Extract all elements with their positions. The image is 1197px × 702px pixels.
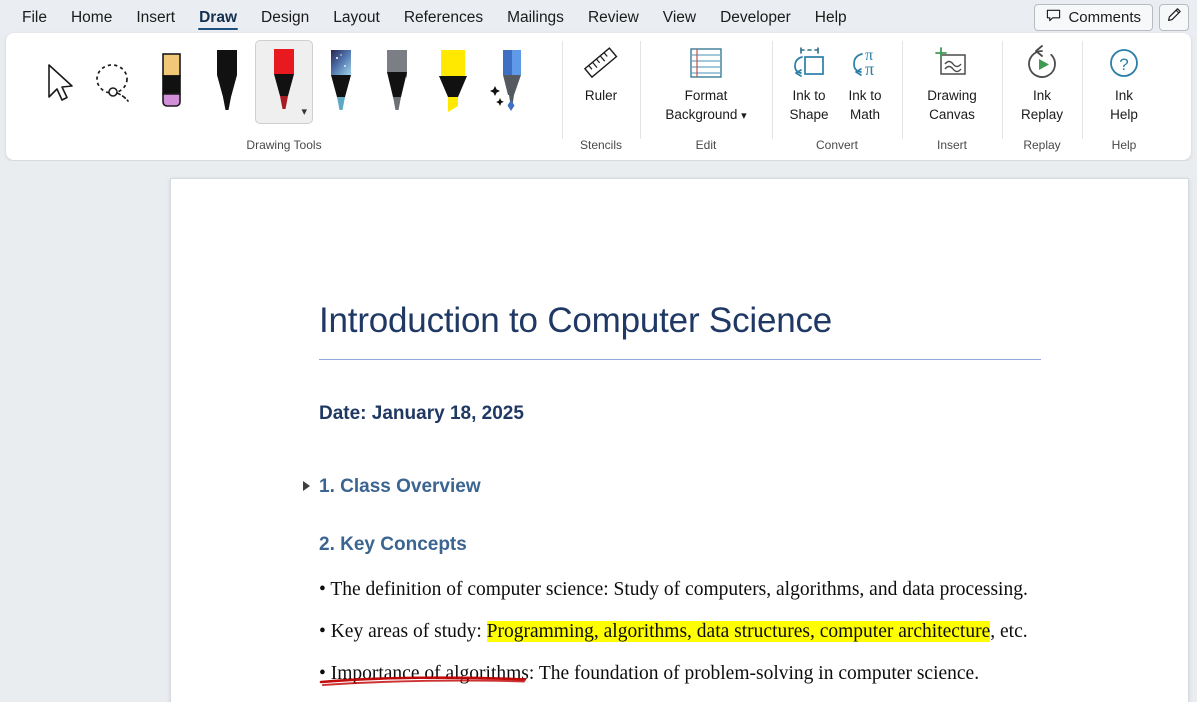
ink-help-icon: ?	[1104, 41, 1144, 85]
ribbon-group-insert: Drawing Canvas Insert	[902, 33, 1002, 160]
ink-to-shape-label-line2: Shape	[789, 106, 829, 122]
format-background-button[interactable]: Format Background ▾	[659, 37, 752, 137]
ink-to-shape-label-line1: Ink to	[792, 88, 826, 103]
tab-insert[interactable]: Insert	[124, 0, 187, 35]
ribbon-group-edit: Format Background ▾ Edit	[640, 33, 772, 160]
bullet-text: • Importance of algorithms: The foundati…	[319, 663, 980, 684]
tab-references[interactable]: References	[392, 0, 495, 35]
comment-bubble-icon	[1046, 8, 1061, 27]
group-label-convert: Convert	[815, 138, 859, 152]
bullet-text-prefix: • Key areas of study:	[319, 621, 487, 642]
tab-view[interactable]: View	[651, 0, 708, 35]
svg-text:?: ?	[1119, 55, 1128, 74]
tab-layout[interactable]: Layout	[321, 0, 392, 35]
ribbon-group-stencils: Ruler Stencils	[562, 33, 640, 160]
ink-to-math-label-line2: Math	[849, 106, 880, 122]
group-label-replay: Replay	[1023, 138, 1061, 152]
yellow-highlighter[interactable]	[425, 37, 481, 129]
heading-key-concepts: 2. Key Concepts	[319, 534, 467, 555]
page-title: Introduction to Computer Science	[319, 301, 833, 340]
ribbon-tab-bar: File Home Insert Draw Design Layout Refe…	[0, 0, 1197, 35]
ribbon-group-drawing-tools: ▾ Drawing Tools	[6, 33, 562, 160]
lasso-select[interactable]	[87, 37, 143, 129]
format-background-line2-text: Background	[665, 106, 738, 122]
ruler-button-label: Ruler	[584, 88, 618, 103]
comments-button-label: Comments	[1068, 9, 1141, 26]
ink-to-math-icon: π π	[845, 41, 885, 85]
group-label-stencils: Stencils	[579, 138, 623, 152]
document-workspace[interactable]: Introduction to Computer Science Date: J…	[0, 161, 1197, 702]
red-pen[interactable]: ▾	[255, 40, 313, 124]
select-tool[interactable]	[31, 37, 87, 129]
tab-developer[interactable]: Developer	[708, 0, 803, 35]
pen-toggle-button[interactable]	[1159, 4, 1189, 31]
list-item: • Importance of algorithms: The foundati…	[319, 663, 979, 685]
ribbon-group-convert: Ink to Shape π π Ink to Math Convert	[772, 33, 902, 160]
drawing-canvas-label-line2: Canvas	[929, 106, 975, 122]
galaxy-pen[interactable]	[313, 37, 369, 129]
ink-to-shape-icon	[789, 41, 829, 85]
tab-home[interactable]: Home	[59, 0, 124, 35]
action-pen[interactable]	[481, 37, 537, 129]
ribbon-group-help: ? Ink Help Help	[1082, 33, 1166, 160]
pencil[interactable]	[369, 37, 425, 129]
tab-file[interactable]: File	[10, 0, 59, 35]
red-pen-chevron-down-icon[interactable]: ▾	[301, 107, 307, 118]
group-label-insert: Insert	[936, 138, 967, 152]
ink-to-shape-button[interactable]: Ink to Shape	[781, 37, 837, 137]
svg-text:π: π	[865, 59, 874, 79]
tab-bar-actions: Comments	[1034, 4, 1197, 31]
chevron-down-icon[interactable]: ▾	[741, 110, 747, 122]
heading-class-overview: 1. Class Overview	[319, 476, 481, 497]
highlighted-text: Programming, algorithms, data structures…	[486, 621, 991, 642]
drawing-canvas-button[interactable]: Drawing Canvas	[921, 37, 983, 137]
tab-review[interactable]: Review	[576, 0, 651, 35]
drawing-canvas-icon	[932, 41, 972, 85]
ink-to-math-button[interactable]: π π Ink to Math	[837, 37, 893, 137]
format-background-button-label-line1: Format	[684, 88, 728, 103]
tab-mailings[interactable]: Mailings	[495, 0, 576, 35]
group-label-help: Help	[1111, 138, 1137, 152]
ink-replay-label-line2: Replay	[1020, 106, 1064, 122]
ink-help-label-line2: Help	[1110, 106, 1138, 122]
title-divider	[319, 359, 1041, 360]
ink-to-math-label-line1: Ink to	[848, 88, 882, 103]
comments-button[interactable]: Comments	[1034, 4, 1153, 31]
group-label-drawing-tools: Drawing Tools	[246, 138, 322, 152]
ruler-button[interactable]: Ruler	[573, 37, 629, 137]
ribbon: ▾ Drawing Tools Ruler Stencils Format Ba…	[6, 33, 1191, 160]
ink-replay-icon	[1022, 41, 1062, 85]
document-date: Date: January 18, 2025	[319, 403, 524, 424]
group-label-edit: Edit	[695, 138, 717, 152]
drawing-canvas-label-line1: Drawing	[927, 88, 977, 103]
tab-draw[interactable]: Draw	[187, 0, 249, 35]
ruler-icon	[581, 41, 621, 85]
list-item: • The definition of computer science: St…	[319, 579, 1028, 601]
collapse-triangle-icon[interactable]	[303, 481, 310, 491]
document-page[interactable]: Introduction to Computer Science Date: J…	[170, 178, 1189, 702]
format-background-button-label-line2: Background ▾	[665, 107, 746, 123]
bullet-text-suffix: , etc.	[990, 621, 1028, 642]
ink-replay-button[interactable]: Ink Replay	[1014, 37, 1070, 137]
tab-design[interactable]: Design	[249, 0, 321, 35]
eraser[interactable]	[143, 37, 199, 129]
bullet-text: • The definition of computer science: St…	[319, 579, 1028, 600]
ribbon-group-replay: Ink Replay Replay	[1002, 33, 1082, 160]
pen-icon	[1166, 7, 1182, 28]
ink-replay-label-line1: Ink	[1032, 88, 1051, 103]
tab-help[interactable]: Help	[803, 0, 859, 35]
format-background-icon	[686, 41, 726, 85]
list-item: • Key areas of study: Programming, algor…	[319, 621, 1028, 643]
ink-help-button[interactable]: ? Ink Help	[1096, 37, 1152, 137]
ribbon-tab-list: File Home Insert Draw Design Layout Refe…	[0, 0, 859, 35]
black-pen[interactable]	[199, 37, 255, 129]
ink-help-label-line1: Ink	[1114, 88, 1133, 103]
